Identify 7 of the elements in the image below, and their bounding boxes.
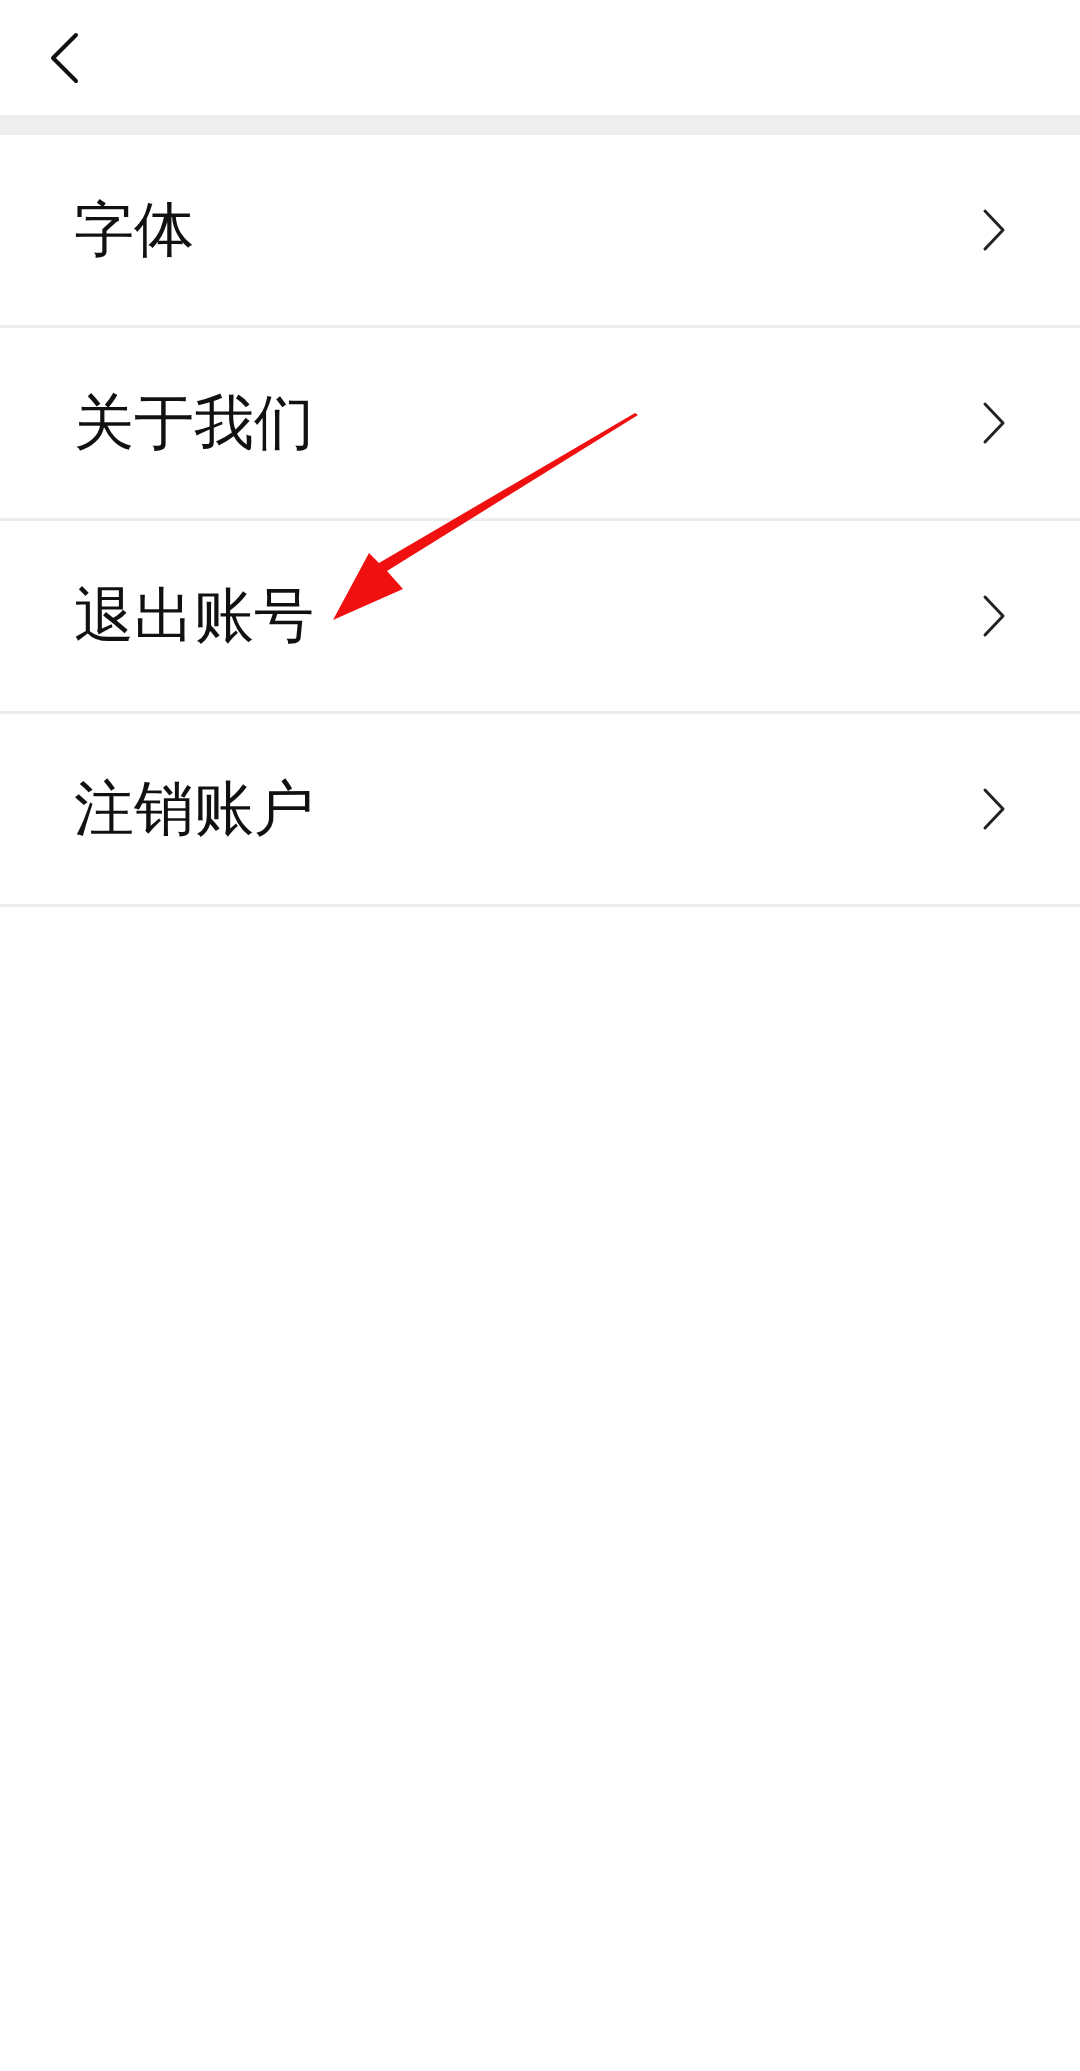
chevron-icon (982, 787, 1006, 831)
chevron-icon (982, 594, 1006, 638)
back-icon[interactable] (48, 31, 80, 84)
chevron-icon (982, 401, 1006, 445)
settings-item[interactable]: 字体 (0, 135, 1080, 328)
settings-item[interactable]: 注销账户 (0, 714, 1080, 907)
chevron-icon (982, 208, 1006, 252)
